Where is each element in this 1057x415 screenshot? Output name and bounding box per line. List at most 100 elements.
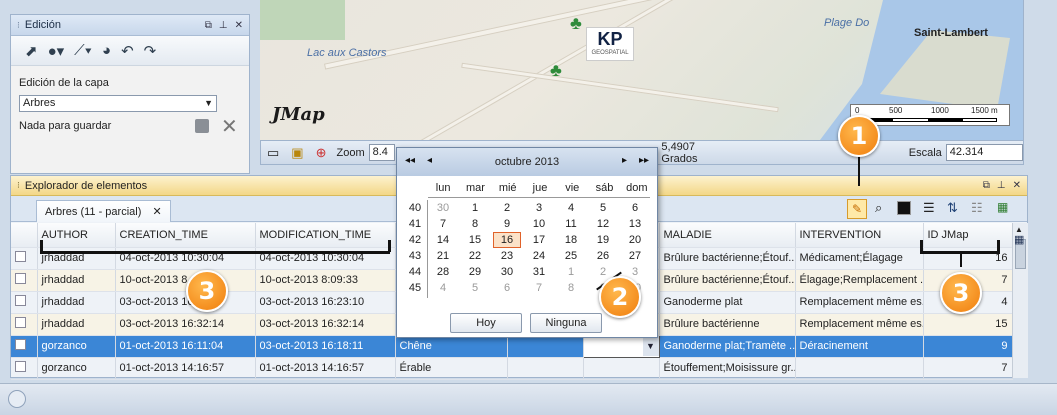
prev-month-icon[interactable]: ◂ [427,155,432,166]
calendar-day[interactable]: 18 [555,233,587,247]
calendar-day[interactable]: 15 [459,233,491,247]
calendar-day[interactable]: 27 [619,249,651,263]
calendar-day[interactable]: 5 [587,201,619,215]
calendar-day[interactable]: 1 [555,265,587,279]
calendar-day[interactable]: 5 [459,281,491,295]
calendar-day[interactable]: 24 [523,249,555,263]
search-icon[interactable]: ⌕ [875,200,882,216]
calendar-day[interactable]: 7 [427,217,459,231]
table-row-selected[interactable]: gorzanco 01-oct-2013 16:11:04 03-oct-201… [11,334,1013,358]
tree-icon[interactable]: ♣ [570,13,582,34]
calendar-day[interactable]: 22 [459,249,491,263]
table-row[interactable]: gorzanco 01-oct-2013 14:16:57 01-oct-201… [11,357,1013,380]
column-header[interactable]: MALADIE [659,223,796,248]
pin-icon[interactable]: ⊥ [997,180,1006,191]
calendar-day[interactable]: 11 [555,217,587,231]
list-icon[interactable]: ☰ [923,200,935,216]
refresh-icon[interactable] [8,390,26,408]
calendar-day[interactable]: 7 [523,281,555,295]
calendar-day[interactable]: 2 [491,201,523,215]
calendar-day[interactable]: 14 [427,233,459,247]
row-checkbox[interactable] [15,339,26,350]
column-header[interactable]: MODIFICATION_TIME [255,223,396,248]
calendar-day[interactable]: 13 [619,217,651,231]
column-header[interactable]: CREATION_TIME [115,223,256,248]
row-checkbox[interactable] [15,251,26,262]
save-icon[interactable] [195,119,209,133]
close-icon[interactable]: ✕ [235,20,243,31]
excel-export-icon[interactable]: ▦ [997,200,1008,214]
column-header[interactable]: INTERVENTION [795,223,924,248]
calendar-day[interactable]: 4 [555,201,587,215]
close-tab-icon[interactable]: ✕ [152,206,161,218]
calendar-day[interactable]: 23 [491,249,523,263]
map-view[interactable]: Lac aux Castors Plage Do Saint-Lambert ♣… [260,0,1024,140]
row-checkbox[interactable] [15,361,26,372]
prev-year-icon[interactable]: ◂◂ [405,155,415,166]
cancel-icon[interactable]: ✕ [221,114,238,139]
row-checkbox[interactable] [15,273,26,284]
calendar-day[interactable]: 4 [427,281,459,295]
calendar-day[interactable]: 17 [523,233,555,247]
columns-icon[interactable]: ☷ [971,200,983,216]
edit-pencil-icon[interactable]: ✎ [847,199,867,219]
next-year-icon[interactable]: ▸▸ [639,155,649,166]
tree-icon[interactable]: ♣ [550,60,562,81]
table-cell: Étouffement;Moisissure gr... [659,357,796,380]
calendar-day[interactable]: 28 [427,265,459,279]
calendar-day[interactable]: 12 [587,217,619,231]
tab-arbres[interactable]: Arbres (11 - parcial) ✕ [36,200,171,222]
calendar-day[interactable]: 26 [587,249,619,263]
weekday-label: mar [465,181,485,194]
calendar-day[interactable]: 8 [555,281,587,295]
redo-icon[interactable]: ↷ [144,42,157,60]
calendar-day[interactable]: 8 [459,217,491,231]
calendar-day[interactable]: 6 [491,281,523,295]
calendar-day[interactable]: 10 [523,217,555,231]
select-all-header[interactable] [11,223,38,248]
calendar-day[interactable]: 29 [459,265,491,279]
calendar-day[interactable]: 3 [523,201,555,215]
save-status: Nada para guardar [19,120,112,132]
zoom-to-icon[interactable] [897,201,911,215]
next-month-icon[interactable]: ▸ [622,155,627,166]
date-cell-editor[interactable]: ▼ [582,334,660,358]
vertical-scrollbar[interactable]: ▲ [1012,223,1028,378]
close-icon[interactable]: ✕ [1013,180,1021,191]
calendar-day[interactable]: 30 [427,201,459,215]
calendar-day[interactable]: 20 [619,233,651,247]
calendar-day[interactable]: 6 [619,201,651,215]
float-icon[interactable]: ⧉ [983,180,990,191]
chevron-down-icon[interactable]: ▼ [642,336,658,356]
float-icon[interactable]: ⧉ [205,20,212,31]
sort-icon[interactable]: ⇅ [947,200,958,216]
column-header[interactable]: AUTHOR [37,223,116,248]
pin-icon[interactable]: ⊥ [219,20,228,31]
map-tool-icon[interactable]: ▣ [291,145,303,161]
edit-panel-title-bar[interactable]: ⁝ Edición ⧉ ⊥ ✕ [11,15,249,36]
zoom-extent-icon[interactable]: ▭ [267,145,279,161]
measure-icon[interactable]: ⊕ [316,145,327,161]
grid-settings-icon[interactable]: ▦ [1014,233,1024,246]
polygon-edit-icon[interactable]: ◕ [102,42,111,59]
calendar-day[interactable]: 21 [427,249,459,263]
zoom-field[interactable]: 8.4 [368,144,396,161]
calendar-day[interactable]: 30 [491,265,523,279]
row-checkbox[interactable] [15,295,26,306]
layer-select[interactable]: Arbres ▼ [19,95,217,112]
scale-field[interactable]: 42.314 [945,144,1023,161]
calendar-day[interactable]: 9 [491,217,523,231]
undo-icon[interactable]: ↶ [121,42,134,60]
today-button[interactable]: Hoy [450,313,522,333]
calendar-day[interactable]: 19 [587,233,619,247]
point-tool-icon[interactable]: ●▾ [48,42,65,60]
calendar-day[interactable]: 1 [459,201,491,215]
layer-label: Edición de la capa [19,77,109,89]
line-tool-icon[interactable]: ⟋▾ [74,42,92,59]
row-checkbox[interactable] [15,317,26,328]
calendar-day[interactable]: 25 [555,249,587,263]
select-arrow-icon[interactable]: ⬈ [25,42,38,60]
none-button[interactable]: Ninguna [530,313,602,333]
calendar-day-today[interactable]: 16 [493,232,521,248]
calendar-day[interactable]: 31 [523,265,555,279]
